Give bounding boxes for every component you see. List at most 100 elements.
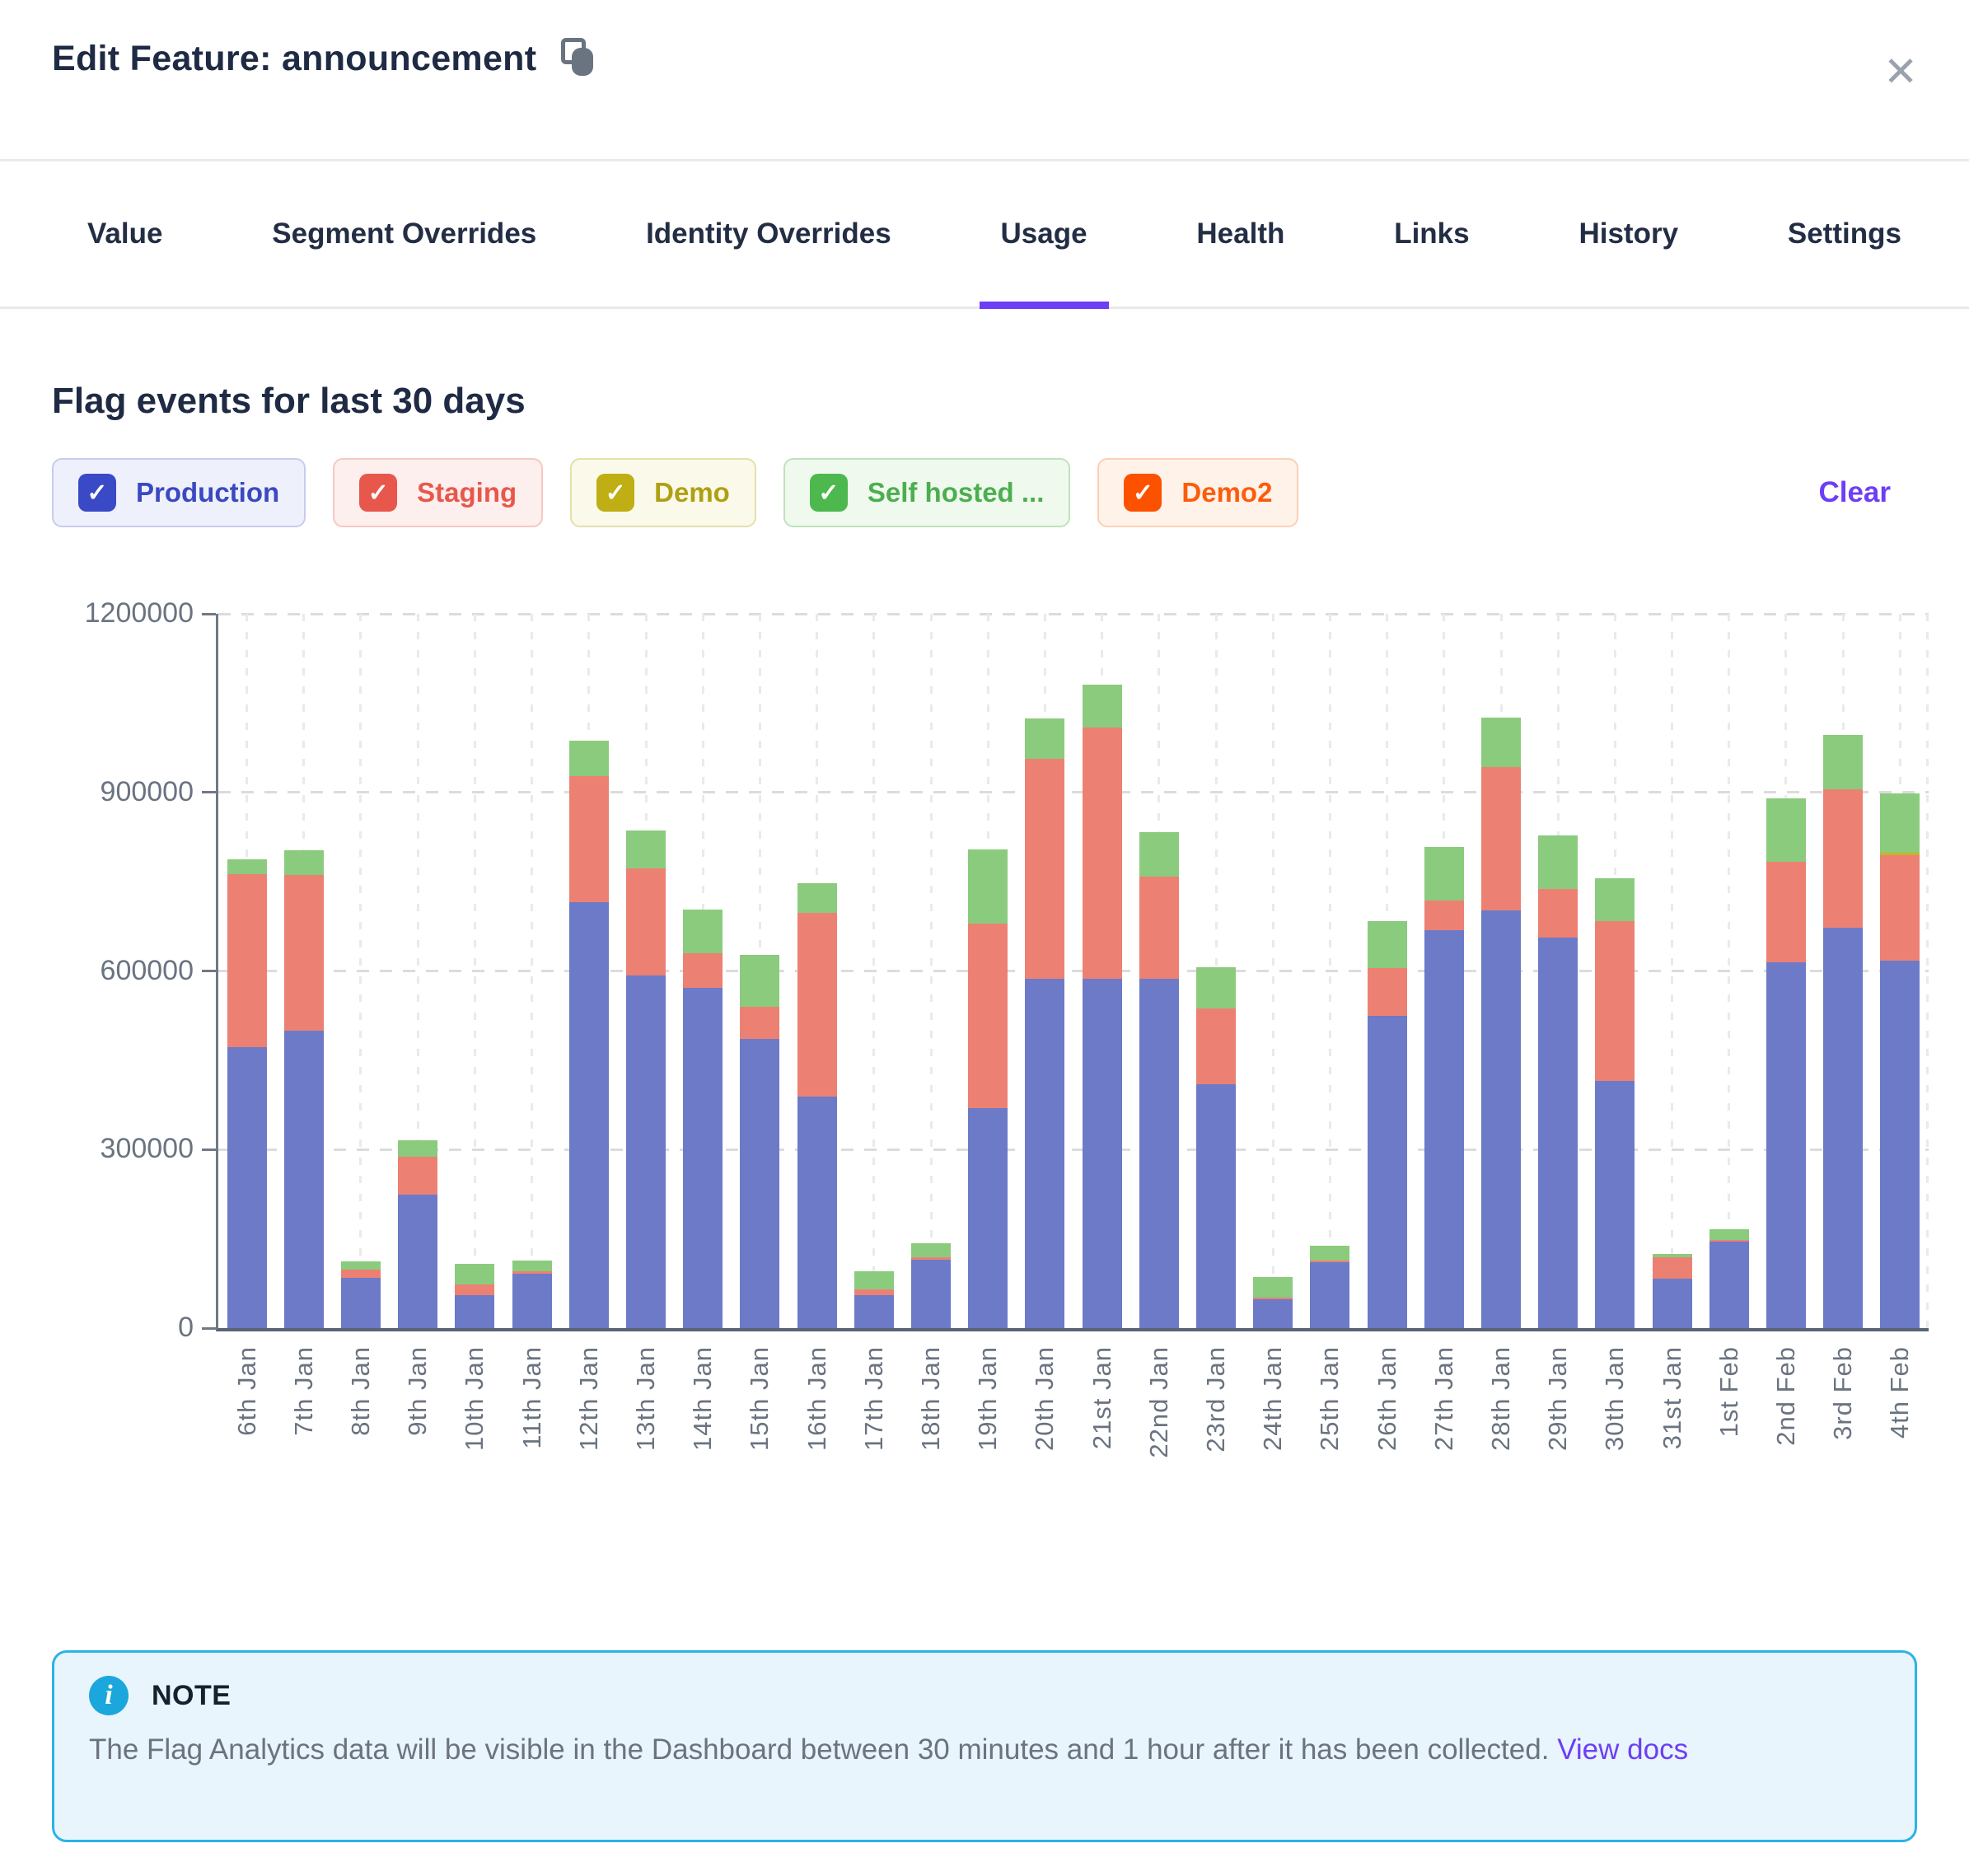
checkbox-icon[interactable]: ✓ [810,474,848,512]
bar-segment-staging[interactable] [398,1157,437,1195]
tab-usage[interactable]: Usage [1001,161,1087,306]
bar-segment-self-hosted[interactable] [512,1261,552,1271]
bar-segment-production[interactable] [1310,1262,1349,1328]
tab-history[interactable]: History [1578,161,1678,306]
checkbox-icon[interactable]: ✓ [359,474,397,512]
bar-segment-self-hosted[interactable] [1368,921,1407,968]
bar-11th-jan[interactable] [512,1261,552,1328]
bar-segment-production[interactable] [1025,979,1064,1328]
bar-segment-self-hosted[interactable] [1538,835,1578,889]
bar-segment-production[interactable] [1083,979,1122,1328]
bar-7th-jan[interactable] [284,850,324,1328]
bar-segment-self-hosted[interactable] [797,883,837,913]
bar-segment-production[interactable] [455,1295,494,1328]
bar-segment-self-hosted[interactable] [341,1261,381,1270]
bar-segment-production[interactable] [284,1031,324,1328]
bar-segment-production[interactable] [1595,1081,1635,1328]
legend-chip-demo[interactable]: ✓Demo [570,458,756,527]
bar-6th-jan[interactable] [227,859,267,1328]
bar-segment-production[interactable] [683,988,723,1328]
bar-segment-staging[interactable] [1538,889,1578,938]
bar-13th-jan[interactable] [626,830,666,1328]
bar-18th-jan[interactable] [911,1243,951,1328]
checkbox-icon[interactable]: ✓ [596,474,634,512]
bar-segment-self-hosted[interactable] [1196,967,1236,1008]
bar-segment-self-hosted[interactable] [1880,793,1920,853]
bar-segment-staging[interactable] [1766,862,1806,962]
bar-23rd-jan[interactable] [1196,967,1236,1328]
bar-25th-jan[interactable] [1310,1246,1349,1328]
bar-segment-production[interactable] [1481,910,1521,1328]
bar-26th-jan[interactable] [1368,921,1407,1328]
bar-segment-staging[interactable] [683,953,723,988]
bar-segment-self-hosted[interactable] [626,830,666,868]
view-docs-link[interactable]: View docs [1557,1733,1688,1766]
bar-20th-jan[interactable] [1025,718,1064,1328]
bar-segment-production[interactable] [398,1195,437,1328]
bar-24th-jan[interactable] [1253,1277,1293,1328]
bar-segment-staging[interactable] [968,924,1008,1108]
bar-segment-staging[interactable] [740,1007,779,1039]
tab-settings[interactable]: Settings [1788,161,1901,306]
bar-segment-production[interactable] [227,1047,267,1328]
checkbox-icon[interactable]: ✓ [1124,474,1162,512]
copy-icon[interactable] [561,38,601,82]
bar-segment-self-hosted[interactable] [1823,735,1863,789]
bar-segment-production[interactable] [569,902,609,1328]
bar-segment-self-hosted[interactable] [284,850,324,875]
bar-31st-jan[interactable] [1653,1254,1692,1328]
bar-segment-staging[interactable] [1424,901,1464,930]
bar-segment-self-hosted[interactable] [854,1271,894,1289]
bar-segment-production[interactable] [1538,938,1578,1328]
bar-30th-jan[interactable] [1595,878,1635,1328]
bar-segment-self-hosted[interactable] [1709,1229,1749,1240]
bar-segment-production[interactable] [1823,928,1863,1328]
bar-segment-staging[interactable] [341,1270,381,1278]
bar-10th-jan[interactable] [455,1264,494,1328]
close-icon[interactable]: ✕ [1883,51,1918,92]
bar-segment-production[interactable] [1653,1279,1692,1328]
bar-12th-jan[interactable] [569,741,609,1328]
bar-21st-jan[interactable] [1083,685,1122,1328]
bar-segment-staging[interactable] [626,868,666,975]
bar-segment-self-hosted[interactable] [227,859,267,874]
bar-29th-jan[interactable] [1538,835,1578,1328]
bar-segment-production[interactable] [797,1097,837,1328]
bar-segment-self-hosted[interactable] [968,849,1008,924]
legend-chip-demo2[interactable]: ✓Demo2 [1097,458,1298,527]
bar-segment-self-hosted[interactable] [1424,847,1464,901]
bar-28th-jan[interactable] [1481,718,1521,1328]
tab-value[interactable]: Value [87,161,162,306]
bar-3rd-feb[interactable] [1823,735,1863,1328]
bar-segment-staging[interactable] [1083,727,1122,979]
tab-identity-overrides[interactable]: Identity Overrides [646,161,891,306]
bar-segment-production[interactable] [911,1260,951,1328]
bar-22nd-jan[interactable] [1139,832,1179,1328]
bar-14th-jan[interactable] [683,910,723,1328]
bar-1st-feb[interactable] [1709,1229,1749,1328]
bar-segment-staging[interactable] [1481,767,1521,910]
bar-segment-self-hosted[interactable] [1083,685,1122,727]
legend-chip-staging[interactable]: ✓Staging [333,458,543,527]
legend-chip-self-hosted[interactable]: ✓Self hosted ... [783,458,1071,527]
bar-segment-self-hosted[interactable] [740,955,779,1007]
bar-segment-staging[interactable] [455,1284,494,1295]
bar-27th-jan[interactable] [1424,847,1464,1328]
bar-segment-self-hosted[interactable] [1253,1277,1293,1298]
bar-segment-self-hosted[interactable] [398,1140,437,1157]
bar-segment-self-hosted[interactable] [1595,878,1635,921]
tab-health[interactable]: Health [1196,161,1284,306]
bar-4th-feb[interactable] [1880,793,1920,1328]
bar-segment-staging[interactable] [569,776,609,902]
bar-segment-production[interactable] [740,1039,779,1328]
bar-segment-staging[interactable] [1025,759,1064,979]
bar-segment-self-hosted[interactable] [911,1243,951,1257]
bar-segment-production[interactable] [626,975,666,1328]
bar-17th-jan[interactable] [854,1271,894,1328]
bar-segment-production[interactable] [1196,1084,1236,1328]
bar-segment-staging[interactable] [1196,1008,1236,1084]
bar-segment-self-hosted[interactable] [455,1264,494,1284]
tab-segment-overrides[interactable]: Segment Overrides [272,161,536,306]
bar-19th-jan[interactable] [968,849,1008,1328]
bar-segment-production[interactable] [1139,979,1179,1328]
